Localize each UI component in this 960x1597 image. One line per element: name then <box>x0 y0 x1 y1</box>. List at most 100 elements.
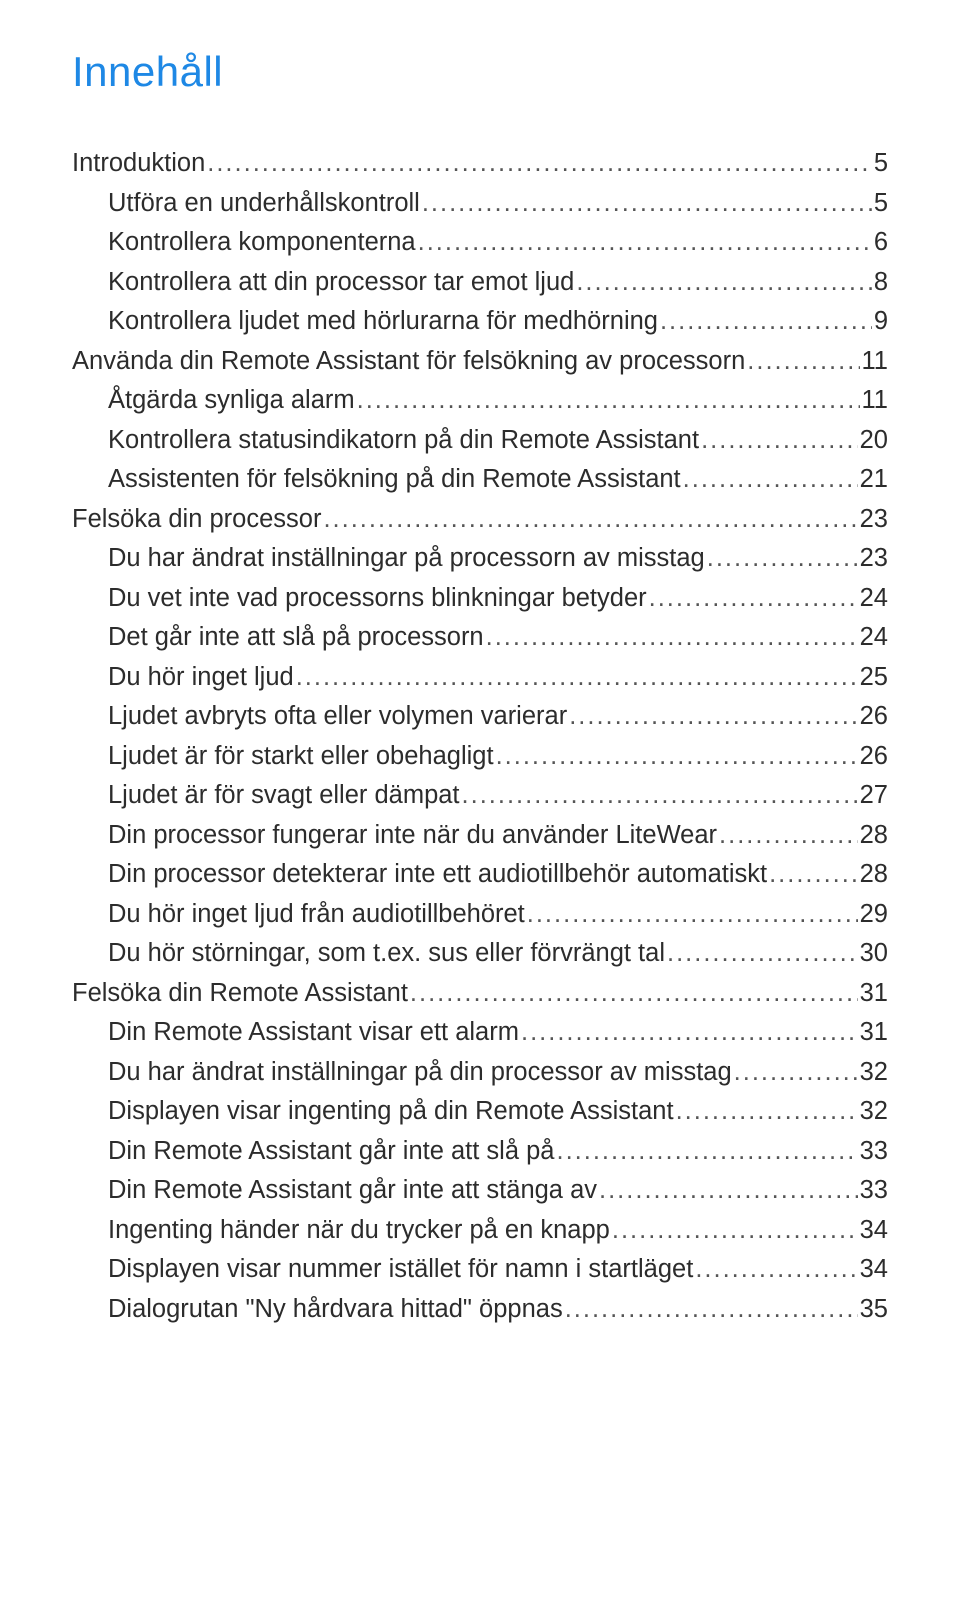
toc-entry[interactable]: Ingenting händer när du trycker på en kn… <box>72 1211 888 1251</box>
toc-entry-page: 34 <box>860 1211 888 1251</box>
toc-entry-label: Det går inte att slå på processorn <box>108 618 484 658</box>
toc-entry[interactable]: Ljudet är för starkt eller obehagligt26 <box>72 737 888 777</box>
toc-entry-label: Din Remote Assistant går inte att stänga… <box>108 1171 597 1211</box>
toc-entry-label: Du hör inget ljud <box>108 658 294 698</box>
toc-entry[interactable]: Din processor detekterar inte ett audiot… <box>72 855 888 895</box>
toc-entry-page: 35 <box>860 1290 888 1330</box>
toc-entry-label: Använda din Remote Assistant för felsökn… <box>72 342 745 382</box>
toc-entry[interactable]: Din Remote Assistant går inte att slå på… <box>72 1132 888 1172</box>
toc-entry[interactable]: Kontrollera komponenterna 6 <box>72 223 888 263</box>
toc-entry[interactable]: Din processor fungerar inte när du använ… <box>72 816 888 856</box>
toc-entry[interactable]: Åtgärda synliga alarm 11 <box>72 381 888 421</box>
toc-entry[interactable]: Du hör inget ljud från audiotillbehöret 2… <box>72 895 888 935</box>
toc-entry-label: Assistenten för felsökning på din Remote… <box>108 460 681 500</box>
toc-entry[interactable]: Assistenten för felsökning på din Remote… <box>72 460 888 500</box>
toc-leader-dots <box>569 697 857 737</box>
toc-entry-label: Din processor detekterar inte ett audiot… <box>108 855 767 895</box>
toc-entry-page: 24 <box>860 579 888 619</box>
toc-entry-page: 32 <box>860 1053 888 1093</box>
toc-entry-label: Åtgärda synliga alarm <box>108 381 355 421</box>
toc-entry[interactable]: Ljudet avbryts ofta eller volymen varier… <box>72 697 888 737</box>
toc-entry-page: 32 <box>860 1092 888 1132</box>
toc-entry-page: 31 <box>860 1013 888 1053</box>
toc-leader-dots <box>207 144 872 184</box>
toc-entry-page: 26 <box>860 697 888 737</box>
toc-entry-page: 8 <box>874 263 888 303</box>
toc-entry-page: 34 <box>860 1250 888 1290</box>
toc-entry[interactable]: Du hör störningar, som t.ex. sus eller f… <box>72 934 888 974</box>
toc-entry-page: 5 <box>874 144 888 184</box>
toc-leader-dots <box>667 934 858 974</box>
toc-entry-label: Din processor fungerar inte när du använ… <box>108 816 717 856</box>
toc-entry-label: Dialogrutan "Ny hårdvara hittad" öppnas <box>108 1290 563 1330</box>
toc-entry-page: 6 <box>874 223 888 263</box>
toc-entry-page: 25 <box>860 658 888 698</box>
toc-entry[interactable]: Det går inte att slå på processorn 24 <box>72 618 888 658</box>
toc-leader-dots <box>734 1053 858 1093</box>
toc-entry-page: 24 <box>860 618 888 658</box>
toc-leader-dots <box>576 263 872 303</box>
toc-leader-dots <box>660 302 872 342</box>
toc-leader-dots <box>683 460 858 500</box>
toc-entry[interactable]: Ljudet är för svagt eller dämpat27 <box>72 776 888 816</box>
toc-entry-label: Kontrollera komponenterna <box>108 223 416 263</box>
toc-entry-label: Displayen visar nummer istället för namn… <box>108 1250 693 1290</box>
toc-entry[interactable]: Felsöka din processor23 <box>72 500 888 540</box>
toc-entry[interactable]: Kontrollera ljudet med hörlurarna för me… <box>72 302 888 342</box>
toc-entry-page: 20 <box>860 421 888 461</box>
toc-leader-dots <box>556 1132 857 1172</box>
toc-leader-dots <box>521 1013 858 1053</box>
toc-leader-dots <box>612 1211 858 1251</box>
toc-entry-label: Kontrollera ljudet med hörlurarna för me… <box>108 302 658 342</box>
toc-entry-label: Du vet inte vad processorns blinkningar … <box>108 579 647 619</box>
toc-entry[interactable]: Använda din Remote Assistant för felsökn… <box>72 342 888 382</box>
toc-entry-page: 29 <box>860 895 888 935</box>
toc-leader-dots <box>486 618 858 658</box>
toc-entry-label: Introduktion <box>72 144 205 184</box>
toc-entry[interactable]: Felsöka din Remote Assistant31 <box>72 974 888 1014</box>
toc-entry-page: 27 <box>860 776 888 816</box>
toc-leader-dots <box>676 1092 858 1132</box>
toc-entry[interactable]: Kontrollera statusindikatorn på din Remo… <box>72 421 888 461</box>
toc-entry-page: 11 <box>862 381 888 421</box>
toc-entry[interactable]: Utföra en underhållskontroll 5 <box>72 184 888 224</box>
toc-entry-page: 23 <box>860 539 888 579</box>
toc-entry[interactable]: Du vet inte vad processorns blinkningar … <box>72 579 888 619</box>
toc-entry-page: 33 <box>860 1132 888 1172</box>
toc-entry[interactable]: Din Remote Assistant visar ett alarm 31 <box>72 1013 888 1053</box>
toc-leader-dots <box>747 342 859 382</box>
toc-entry[interactable]: Du har ändrat inställningar på din proce… <box>72 1053 888 1093</box>
toc-entry-page: 26 <box>860 737 888 777</box>
toc-entry[interactable]: Introduktion 5 <box>72 144 888 184</box>
toc-entry-label: Du har ändrat inställningar på din proce… <box>108 1053 732 1093</box>
toc-entry-label: Utföra en underhållskontroll <box>108 184 420 224</box>
toc-entry[interactable]: Displayen visar nummer istället för namn… <box>72 1250 888 1290</box>
toc-leader-dots <box>707 539 858 579</box>
toc-leader-dots <box>719 816 858 856</box>
toc-entry-label: Du har ändrat inställningar på processor… <box>108 539 705 579</box>
toc-leader-dots <box>323 500 857 540</box>
toc-entry[interactable]: Du hör inget ljud 25 <box>72 658 888 698</box>
toc-entry-label: Kontrollera att din processor tar emot l… <box>108 263 574 303</box>
toc-entry[interactable]: Kontrollera att din processor tar emot l… <box>72 263 888 303</box>
toc-leader-dots <box>422 184 872 224</box>
toc-entry[interactable]: Din Remote Assistant går inte att stänga… <box>72 1171 888 1211</box>
toc-entry-label: Din Remote Assistant visar ett alarm <box>108 1013 519 1053</box>
toc-entry[interactable]: Dialogrutan "Ny hårdvara hittad" öppnas 3… <box>72 1290 888 1330</box>
toc-leader-dots <box>527 895 858 935</box>
toc-leader-dots <box>599 1171 858 1211</box>
toc-entry-page: 11 <box>862 342 888 382</box>
toc-entry-page: 23 <box>860 500 888 540</box>
toc-entry[interactable]: Displayen visar ingenting på din Remote … <box>72 1092 888 1132</box>
toc-leader-dots <box>462 776 858 816</box>
toc-entry-label: Displayen visar ingenting på din Remote … <box>108 1092 674 1132</box>
toc-entry[interactable]: Du har ändrat inställningar på processor… <box>72 539 888 579</box>
toc-entry-label: Du hör inget ljud från audiotillbehöret <box>108 895 525 935</box>
toc-leader-dots <box>296 658 858 698</box>
toc-leader-dots <box>701 421 858 461</box>
toc-entry-page: 21 <box>860 460 888 500</box>
toc-entry-page: 5 <box>874 184 888 224</box>
toc-entry-page: 33 <box>860 1171 888 1211</box>
toc-entry-label: Felsöka din Remote Assistant <box>72 974 408 1014</box>
toc-entry-page: 28 <box>860 816 888 856</box>
